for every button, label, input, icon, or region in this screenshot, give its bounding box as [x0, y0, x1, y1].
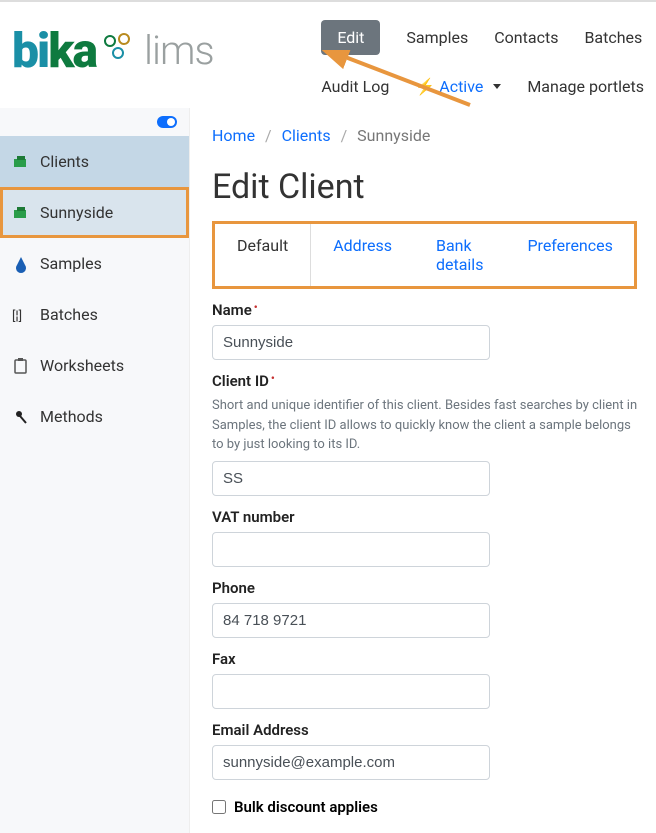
logo[interactable]: bika lims: [12, 10, 214, 79]
sidebar-toggle[interactable]: [157, 116, 177, 128]
client-icon: [12, 204, 30, 222]
sidebar-item-samples[interactable]: Samples: [0, 238, 189, 289]
sidebar-item-sunnyside[interactable]: Sunnyside: [0, 187, 189, 238]
nav-row-2: Audit Log ⚡ Active Manage portlets: [321, 67, 644, 108]
sidebar-item-worksheets[interactable]: Worksheets: [0, 340, 189, 391]
nav-wrap: Edit Samples Contacts Batches Audit Log …: [321, 10, 644, 108]
breadcrumb-home[interactable]: Home: [212, 126, 255, 145]
sidebar-item-batches[interactable]: [¦] Batches: [0, 289, 189, 340]
field-bulk-discount: Bulk discount applies: [212, 798, 656, 816]
sidebar-item-label: Clients: [40, 152, 89, 171]
sidebar-item-label: Batches: [40, 305, 98, 324]
sidebar-item-label: Methods: [40, 407, 103, 426]
page-title: Edit Client: [212, 167, 656, 207]
field-phone: Phone: [212, 579, 642, 638]
clipboard-icon: [12, 357, 30, 375]
field-fax: Fax: [212, 650, 642, 709]
breadcrumb-sep: /: [341, 126, 348, 145]
required-marker: •: [254, 301, 258, 314]
breadcrumb-sep: /: [265, 126, 272, 145]
nav-audit-log[interactable]: Audit Log: [321, 77, 389, 96]
nav-row-1: Edit Samples Contacts Batches: [321, 10, 644, 67]
input-email[interactable]: [212, 745, 490, 780]
clients-icon: [12, 153, 30, 171]
required-marker: •: [271, 372, 275, 385]
tab-default[interactable]: Default: [215, 224, 311, 286]
checkbox-bulk-discount[interactable]: [212, 800, 226, 814]
label-fax: Fax: [212, 650, 642, 668]
gear-icon: [100, 29, 140, 73]
sidebar-item-methods[interactable]: Methods: [0, 391, 189, 442]
nav-batches[interactable]: Batches: [584, 28, 642, 47]
field-vat: VAT number: [212, 508, 642, 567]
sidebar-item-label: Worksheets: [40, 356, 124, 375]
sidebar-toggle-row: [0, 108, 189, 136]
label-phone: Phone: [212, 579, 642, 597]
input-phone[interactable]: [212, 603, 490, 638]
breadcrumb-current: Sunnyside: [357, 126, 430, 145]
tab-preferences[interactable]: Preferences: [505, 224, 634, 286]
sidebar-item-label: Sunnyside: [40, 203, 113, 222]
nav-edit[interactable]: Edit: [321, 20, 380, 55]
nav-active-dropdown[interactable]: ⚡ Active: [415, 77, 501, 96]
input-client-id[interactable]: [212, 461, 490, 496]
label-name-text: Name: [212, 301, 252, 319]
sidebar: Clients Sunnyside Samples [¦] Batches Wo…: [0, 108, 190, 833]
field-name: Name•: [212, 301, 642, 360]
batches-icon: [¦]: [12, 306, 30, 324]
nav-active-label: Active: [439, 77, 483, 96]
pin-icon: [12, 408, 30, 426]
sidebar-item-label: Samples: [40, 254, 102, 273]
input-name[interactable]: [212, 325, 490, 360]
input-vat[interactable]: [212, 532, 490, 567]
label-client-id-text: Client ID: [212, 372, 269, 390]
chevron-down-icon: [493, 84, 501, 89]
nav-manage-portlets[interactable]: Manage portlets: [527, 77, 644, 96]
breadcrumb: Home / Clients / Sunnyside: [212, 126, 656, 145]
label-client-id: Client ID•: [212, 372, 642, 390]
bolt-icon: ⚡: [415, 77, 435, 96]
label-vat: VAT number: [212, 508, 642, 526]
field-client-id: Client ID• Short and unique identifier o…: [212, 372, 642, 496]
nav-samples[interactable]: Samples: [406, 28, 468, 47]
breadcrumb-clients[interactable]: Clients: [282, 126, 331, 145]
label-bulk-discount: Bulk discount applies: [234, 798, 378, 816]
logo-lims: lims: [144, 27, 214, 74]
field-email: Email Address: [212, 721, 642, 780]
help-client-id: Short and unique identifier of this clie…: [212, 396, 642, 455]
tab-address[interactable]: Address: [311, 224, 414, 286]
svg-text:[¦]: [¦]: [12, 309, 22, 324]
input-fax[interactable]: [212, 674, 490, 709]
header: bika lims Edit Samples Contacts Batches …: [0, 2, 656, 108]
form-tabs: Default Address Bank details Preferences: [212, 221, 637, 289]
drop-icon: [12, 255, 30, 273]
sidebar-item-clients[interactable]: Clients: [0, 136, 189, 187]
tab-bank-details[interactable]: Bank details: [414, 224, 505, 286]
main-content: Home / Clients / Sunnyside Edit Client D…: [190, 108, 656, 833]
nav-contacts[interactable]: Contacts: [494, 28, 558, 47]
logo-bika: bika: [12, 22, 96, 79]
layout: Clients Sunnyside Samples [¦] Batches Wo…: [0, 108, 656, 833]
label-name: Name•: [212, 301, 642, 319]
label-email: Email Address: [212, 721, 642, 739]
